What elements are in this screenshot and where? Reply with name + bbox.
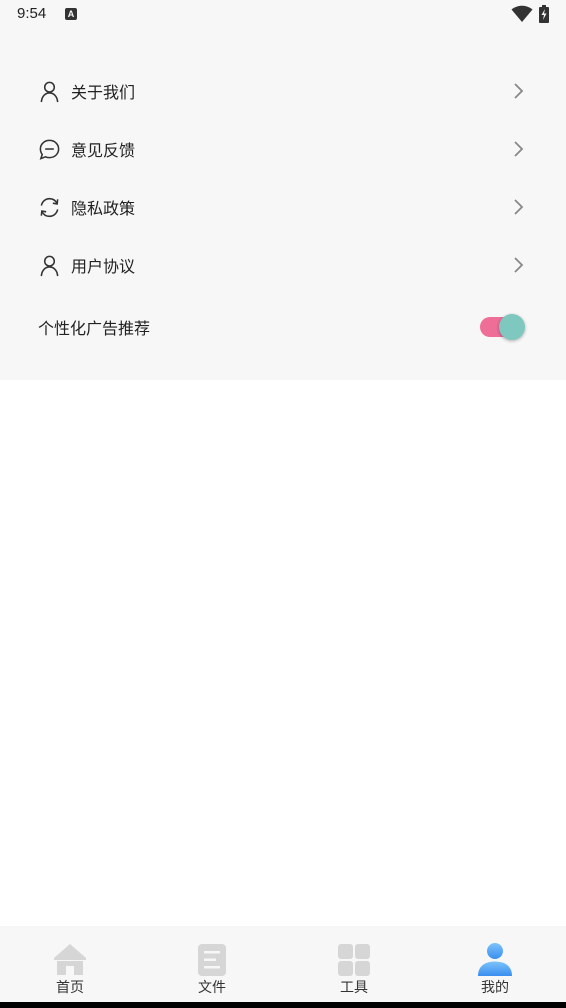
document-icon: [198, 944, 226, 976]
bottom-nav: 首页 文件 工具 我的: [0, 926, 566, 1002]
person-icon: [40, 81, 59, 102]
settings-item-label: 意见反馈: [71, 141, 136, 160]
settings-panel: 关于我们 意见反馈 隐私政策 用户协议 个性化广告推荐: [0, 30, 566, 380]
tab-label: 首页: [56, 980, 84, 996]
chevron-right-icon: [514, 199, 524, 215]
refresh-icon: [40, 197, 59, 217]
ad-toggle-label: 个性化广告推荐: [38, 319, 151, 338]
gesture-bar: [0, 1002, 566, 1008]
chevron-right-icon: [514, 141, 524, 157]
chat-bubble-icon: [39, 139, 60, 160]
status-bar: 9:54 A: [0, 0, 566, 30]
screen: 9:54 A 关于我们 意见反馈 隐私政策 用户协议 个性化广告推荐 首页 文件…: [0, 0, 566, 1008]
user-icon: [478, 943, 512, 976]
tab-tools[interactable]: 工具: [294, 926, 414, 1002]
tab-label: 工具: [340, 980, 368, 996]
tab-home[interactable]: 首页: [10, 926, 130, 1002]
person-icon: [40, 255, 59, 276]
tab-label: 文件: [198, 980, 226, 996]
grid-icon: [338, 944, 370, 976]
status-time: 9:54: [17, 5, 47, 22]
settings-item-label: 隐私政策: [71, 199, 136, 218]
settings-item-label: 用户协议: [71, 257, 136, 276]
tab-mine[interactable]: 我的: [435, 926, 555, 1002]
home-icon: [54, 944, 86, 975]
chevron-right-icon: [514, 83, 524, 99]
settings-item-personalized-ads: 个性化广告推荐: [0, 298, 566, 356]
wifi-icon: [511, 5, 533, 22]
settings-item-about-us[interactable]: 关于我们: [0, 62, 566, 120]
chevron-right-icon: [514, 257, 524, 273]
settings-item-user-agreement[interactable]: 用户协议: [0, 236, 566, 294]
settings-item-label: 关于我们: [71, 83, 136, 102]
tab-label: 我的: [481, 980, 509, 996]
toggle-knob: [499, 314, 525, 340]
settings-item-feedback[interactable]: 意见反馈: [0, 120, 566, 178]
personalized-ads-toggle[interactable]: [478, 312, 526, 342]
battery-charging-icon: [539, 5, 549, 23]
settings-item-privacy-policy[interactable]: 隐私政策: [0, 178, 566, 236]
tab-files[interactable]: 文件: [152, 926, 272, 1002]
a-icon: A: [65, 8, 77, 20]
